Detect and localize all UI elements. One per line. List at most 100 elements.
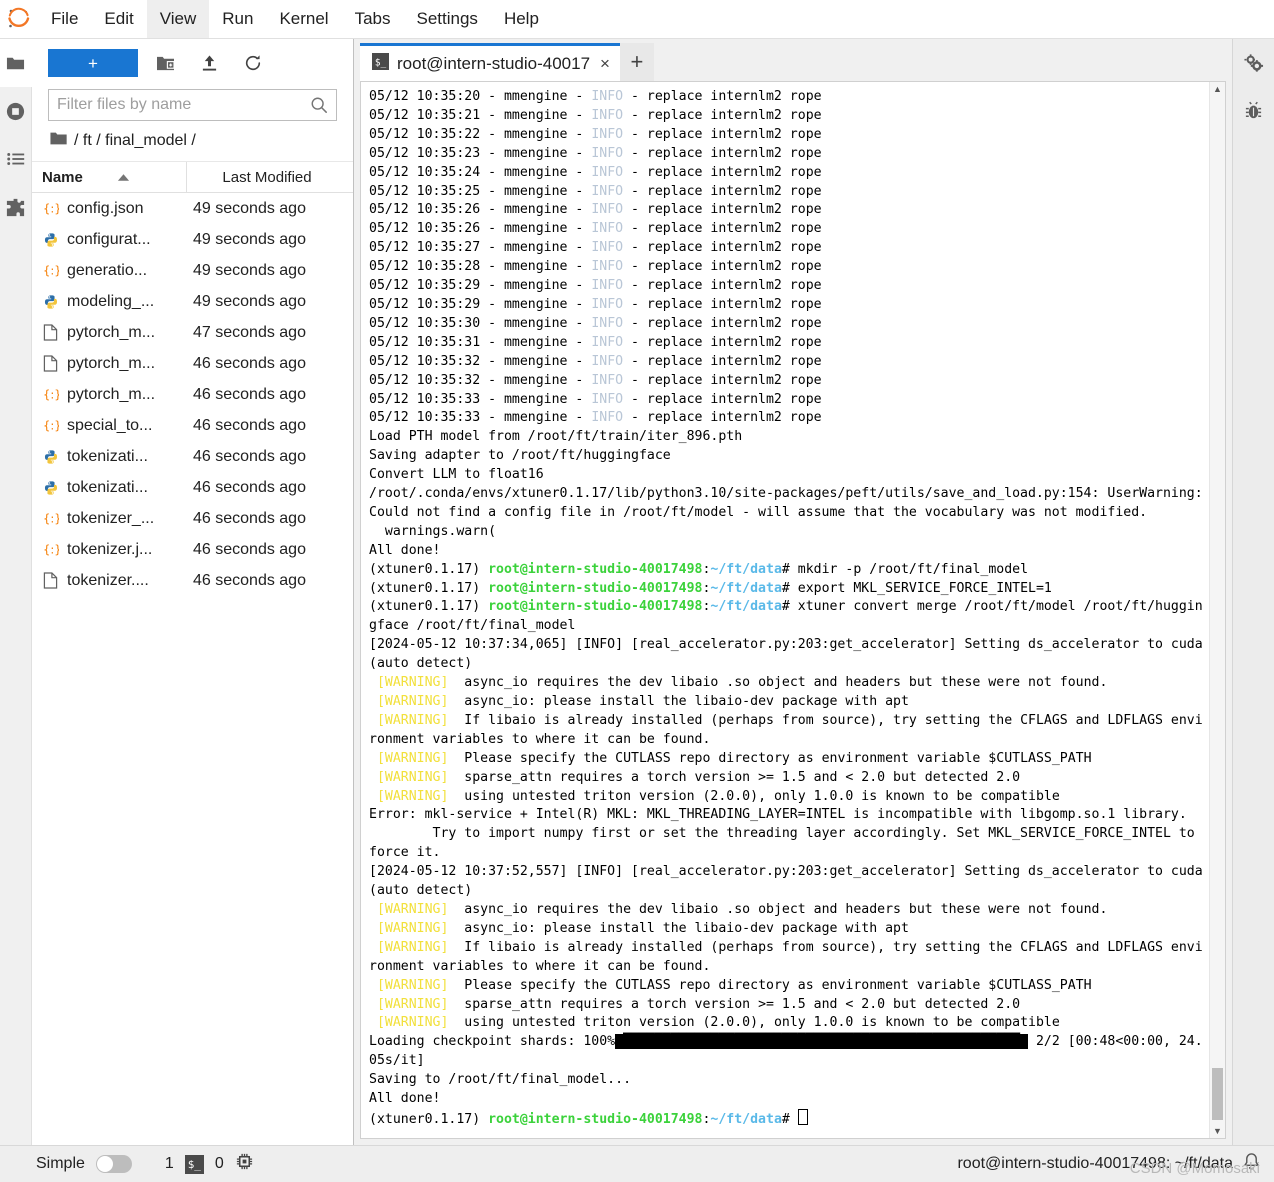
file-modified: 46 seconds ago xyxy=(193,540,306,558)
menu-item-tabs[interactable]: Tabs xyxy=(342,0,404,38)
json-icon: {:} xyxy=(42,541,59,559)
close-icon[interactable]: × xyxy=(598,54,610,74)
file-modified: 49 seconds ago xyxy=(193,292,306,310)
scrollbar-thumb[interactable] xyxy=(1212,1068,1223,1120)
svg-text:{:}: {:} xyxy=(43,201,59,215)
dock-area: $_ root@intern-studio-40017 × + 05/12 10… xyxy=(354,39,1232,1145)
file-name: tokenizer_... xyxy=(67,509,155,527)
menu-item-kernel[interactable]: Kernel xyxy=(266,0,341,38)
file-modified: 49 seconds ago xyxy=(193,199,306,217)
tab-bar: $_ root@intern-studio-40017 × + xyxy=(360,43,1226,81)
new-tab-button[interactable]: + xyxy=(619,43,654,81)
scroll-up-arrow[interactable]: ▲ xyxy=(1213,82,1222,96)
file-modified: 46 seconds ago xyxy=(193,416,306,434)
file-name-cell: {:} config.json xyxy=(32,200,193,218)
file-filter-box[interactable] xyxy=(48,89,337,121)
file-browser-toolbar: + xyxy=(32,39,353,85)
file-list-item[interactable]: {:} tokenizer_... 46 seconds ago xyxy=(32,503,353,534)
breadcrumb-path: / ft / final_model / xyxy=(74,132,196,149)
file-name-cell: pytorch_m... xyxy=(32,355,193,373)
file-list-item[interactable]: modeling_... 49 seconds ago xyxy=(32,286,353,317)
file-icon xyxy=(42,572,59,590)
jupyterlab-window: File Edit View Run Kernel Tabs Settings Help xyxy=(0,0,1274,1182)
file-name-cell: {:} special_to... xyxy=(32,417,193,435)
python-icon xyxy=(42,448,59,466)
new-launcher-button[interactable]: + xyxy=(48,49,138,77)
left-sidebar-rail xyxy=(0,39,32,1145)
json-icon: {:} xyxy=(42,510,59,528)
menu-item-edit[interactable]: Edit xyxy=(91,0,146,38)
menu-item-view[interactable]: View xyxy=(146,0,210,38)
file-name: modeling_... xyxy=(67,292,155,310)
main-area: + / ft / xyxy=(0,39,1274,1145)
svg-text:$_: $_ xyxy=(375,57,387,68)
file-name-cell: {:} pytorch_m... xyxy=(32,386,193,404)
status-terminal-path: root@intern-studio-40017498: ~/ft/data xyxy=(957,1155,1233,1172)
terminal-count: 0 xyxy=(214,1155,224,1172)
file-name: pytorch_m... xyxy=(67,385,156,403)
file-list-item[interactable]: tokenizati... 46 seconds ago xyxy=(32,472,353,503)
python-icon xyxy=(42,231,59,249)
search-input[interactable] xyxy=(49,96,310,114)
file-modified: 49 seconds ago xyxy=(193,230,306,248)
file-list-item[interactable]: tokenizati... 46 seconds ago xyxy=(32,441,353,472)
simple-mode-label: Simple xyxy=(36,1155,85,1172)
file-list-item[interactable]: tokenizer.... 46 seconds ago xyxy=(32,565,353,596)
file-browser-icon[interactable] xyxy=(0,39,32,87)
breadcrumb[interactable]: / ft / final_model / xyxy=(32,121,353,162)
json-icon: {:} xyxy=(42,417,59,435)
python-icon xyxy=(42,293,59,311)
table-of-contents-icon[interactable] xyxy=(0,135,32,183)
svg-text:{:}: {:} xyxy=(43,263,59,277)
tab-terminal[interactable]: $_ root@intern-studio-40017 × xyxy=(360,43,620,81)
file-modified: 46 seconds ago xyxy=(193,509,306,527)
file-modified: 46 seconds ago xyxy=(193,385,306,403)
column-header-name[interactable]: Name xyxy=(32,162,187,192)
menu-item-help[interactable]: Help xyxy=(491,0,552,38)
file-name-cell: configurat... xyxy=(32,231,193,249)
file-name: special_to... xyxy=(67,416,153,434)
file-list: {:}config.json49 seconds agoconfigurat..… xyxy=(32,193,353,1145)
file-name-cell: tokenizer.... xyxy=(32,572,193,590)
file-modified: 47 seconds ago xyxy=(193,323,306,341)
menu-item-file[interactable]: File xyxy=(38,0,91,38)
file-name-cell: tokenizati... xyxy=(32,448,193,466)
scroll-down-arrow[interactable]: ▼ xyxy=(1213,1124,1222,1138)
file-list-item[interactable]: {:} pytorch_m... 46 seconds ago xyxy=(32,379,353,410)
menu-item-run[interactable]: Run xyxy=(209,0,266,38)
status-bar: Simple 1 $_ 0 root@intern-studio-4001749… xyxy=(0,1145,1274,1182)
cpu-icon[interactable] xyxy=(235,1152,254,1176)
menu-bar: File Edit View Run Kernel Tabs Settings Help xyxy=(0,0,1274,39)
svg-text:{:}: {:} xyxy=(43,542,59,556)
file-modified: 46 seconds ago xyxy=(193,571,306,589)
terminal-output[interactable]: 05/12 10:35:20 - mmengine - INFO - repla… xyxy=(361,82,1209,1138)
file-list-item[interactable]: pytorch_m... 46 seconds ago xyxy=(32,348,353,379)
refresh-icon[interactable] xyxy=(236,49,270,77)
running-terminals-icon[interactable] xyxy=(0,87,32,135)
menu-item-settings[interactable]: Settings xyxy=(404,0,491,38)
terminal-icon[interactable]: $_ xyxy=(184,1154,204,1174)
simple-mode-toggle[interactable] xyxy=(95,1155,132,1173)
file-name-cell: {:} tokenizer_... xyxy=(32,510,193,528)
file-list-item[interactable]: {:} generatio... 49 seconds ago xyxy=(32,255,353,286)
file-list-item[interactable]: configurat... 49 seconds ago xyxy=(32,224,353,255)
new-folder-icon[interactable] xyxy=(148,49,182,77)
file-list-item[interactable]: {:} tokenizer.j... 46 seconds ago xyxy=(32,534,353,565)
column-header-last-modified[interactable]: Last Modified xyxy=(187,169,353,186)
extension-manager-icon[interactable] xyxy=(0,183,32,231)
upload-icon[interactable] xyxy=(192,49,226,77)
file-list-item[interactable]: pytorch_m... 47 seconds ago xyxy=(32,317,353,348)
debugger-icon[interactable] xyxy=(1233,87,1274,135)
file-list-item[interactable]: {:} special_to... 46 seconds ago xyxy=(32,410,353,441)
file-name-cell: modeling_... xyxy=(32,293,193,311)
jupyter-logo-icon xyxy=(0,0,38,38)
status-left-group: Simple 1 $_ 0 xyxy=(36,1152,254,1176)
property-inspector-icon[interactable] xyxy=(1233,39,1274,87)
file-name: config.json xyxy=(67,199,144,217)
file-modified: 46 seconds ago xyxy=(193,354,306,372)
file-list-item[interactable]: {:} config.json 49 seconds ago xyxy=(32,193,353,224)
terminal-scrollbar[interactable]: ▲ ▼ xyxy=(1209,82,1225,1138)
file-name: generatio... xyxy=(67,261,148,279)
bell-icon[interactable] xyxy=(1243,1152,1260,1176)
file-modified: 49 seconds ago xyxy=(193,261,306,279)
